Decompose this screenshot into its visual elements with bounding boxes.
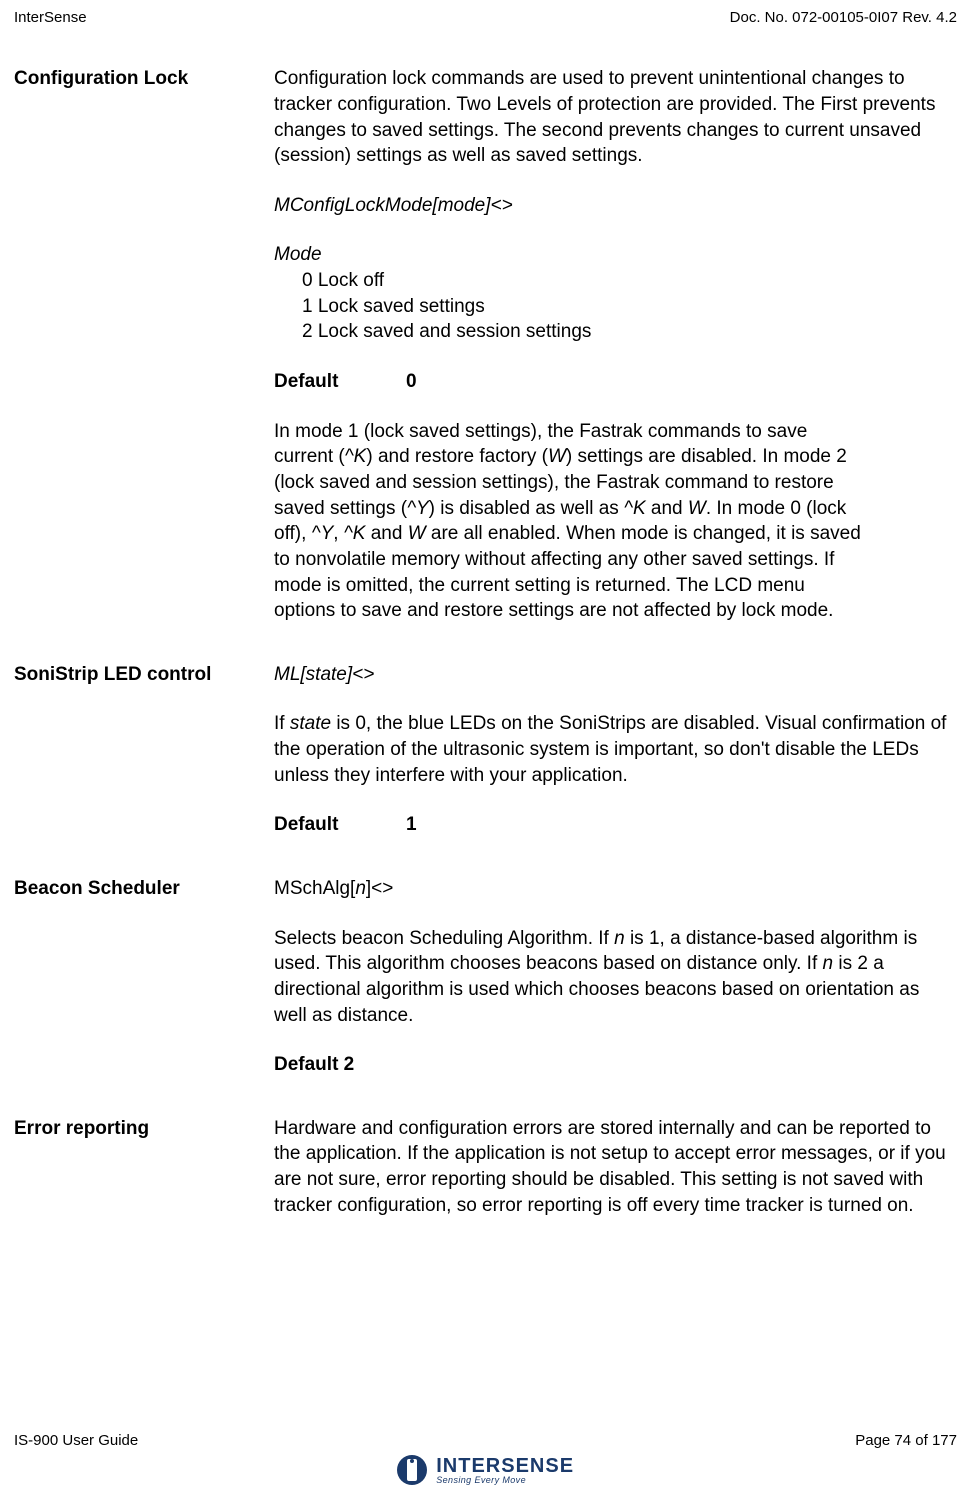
param-italic: n	[823, 953, 834, 974]
default-label: Default	[274, 369, 406, 395]
cmd-italic: W	[548, 446, 566, 467]
footer-row: IS-900 User Guide Page 74 of 177	[14, 1431, 957, 1451]
text: ,	[333, 523, 344, 544]
mode-option-2: 2 Lock saved and session settings	[274, 319, 957, 345]
text: Selects beacon Scheduling Algorithm. If	[274, 928, 614, 949]
text: ) is disabled as well as	[429, 498, 624, 519]
default-value: 1	[406, 812, 417, 838]
section-error-reporting: Error reporting Hardware and configurati…	[14, 1116, 957, 1219]
section-body: ML[state]<> If state is 0, the blue LEDs…	[274, 662, 957, 838]
error-detail: Hardware and configuration errors are st…	[274, 1116, 957, 1219]
config-lock-default: Default 0	[274, 369, 957, 395]
header-left: InterSense	[14, 8, 87, 28]
header-right: Doc. No. 072-00105-0I07 Rev. 4.2	[730, 8, 957, 28]
mode-heading: Mode	[274, 242, 957, 268]
footer-right: Page 74 of 177	[855, 1431, 957, 1451]
text: and	[365, 523, 407, 544]
sonistrip-command: ML[state]<>	[274, 662, 957, 688]
section-body: Hardware and configuration errors are st…	[274, 1116, 957, 1219]
sonistrip-default: Default 1	[274, 812, 957, 838]
beacon-command: MSchAlg[n]<>	[274, 876, 957, 902]
cmd-italic: ^K	[624, 498, 646, 519]
logo-wrap: INTERSENSE Sensing Every Move	[397, 1455, 574, 1485]
default-label: Default	[274, 812, 406, 838]
sonistrip-detail: If state is 0, the blue LEDs on the Soni…	[274, 711, 957, 788]
param-italic: n	[355, 878, 366, 899]
config-lock-modes: Mode 0 Lock off 1 Lock saved settings 2 …	[274, 242, 957, 345]
section-body: Configuration lock commands are used to …	[274, 66, 957, 624]
section-label: Configuration Lock	[14, 66, 274, 624]
cmd-italic: ^Y	[407, 498, 429, 519]
section-body: MSchAlg[n]<> Selects beacon Scheduling A…	[274, 876, 957, 1078]
beacon-default: Default 2	[274, 1052, 957, 1078]
config-lock-detail: In mode 1 (lock saved settings), the Fas…	[274, 419, 864, 624]
text: MSchAlg[	[274, 878, 355, 899]
mode-option-0: 0 Lock off	[274, 268, 957, 294]
section-label: Error reporting	[14, 1116, 274, 1219]
mode-option-1: 1 Lock saved settings	[274, 294, 957, 320]
cmd-italic: ^Y	[312, 523, 334, 544]
page-header: InterSense Doc. No. 072-00105-0I07 Rev. …	[0, 0, 971, 28]
text: is 0, the blue LEDs on the SoniStrips ar…	[274, 713, 946, 785]
text: ) and restore factory (	[366, 446, 548, 467]
section-beacon-scheduler: Beacon Scheduler MSchAlg[n]<> Selects be…	[14, 876, 957, 1078]
param-italic: state	[290, 713, 331, 734]
cmd-italic: ^K	[345, 446, 367, 467]
default-value: 0	[406, 369, 417, 395]
logo-text: INTERSENSE Sensing Every Move	[436, 1456, 574, 1485]
config-lock-intro: Configuration lock commands are used to …	[274, 66, 957, 169]
page-footer: IS-900 User Guide Page 74 of 177 INTERSE…	[0, 1431, 971, 1485]
intersense-logo-icon	[397, 1455, 427, 1485]
logo-main-text: INTERSENSE	[436, 1456, 574, 1476]
section-sonistrip-led: SoniStrip LED control ML[state]<> If sta…	[14, 662, 957, 838]
param-italic: n	[614, 928, 625, 949]
section-configuration-lock: Configuration Lock Configuration lock co…	[14, 66, 957, 624]
beacon-detail: Selects beacon Scheduling Algorithm. If …	[274, 926, 957, 1029]
cmd-italic: W	[688, 498, 706, 519]
footer-logo: INTERSENSE Sensing Every Move	[14, 1455, 957, 1485]
config-lock-command: MConfigLockMode[mode]<>	[274, 193, 957, 219]
cmd-italic: W	[408, 523, 426, 544]
footer-left: IS-900 User Guide	[14, 1431, 138, 1451]
text: If	[274, 713, 290, 734]
cmd-italic: ^K	[344, 523, 366, 544]
logo-sub-text: Sensing Every Move	[436, 1476, 574, 1485]
text: ]<>	[366, 878, 393, 899]
section-label: Beacon Scheduler	[14, 876, 274, 1078]
section-label: SoniStrip LED control	[14, 662, 274, 838]
page-content: Configuration Lock Configuration lock co…	[0, 28, 971, 1218]
text: and	[646, 498, 688, 519]
